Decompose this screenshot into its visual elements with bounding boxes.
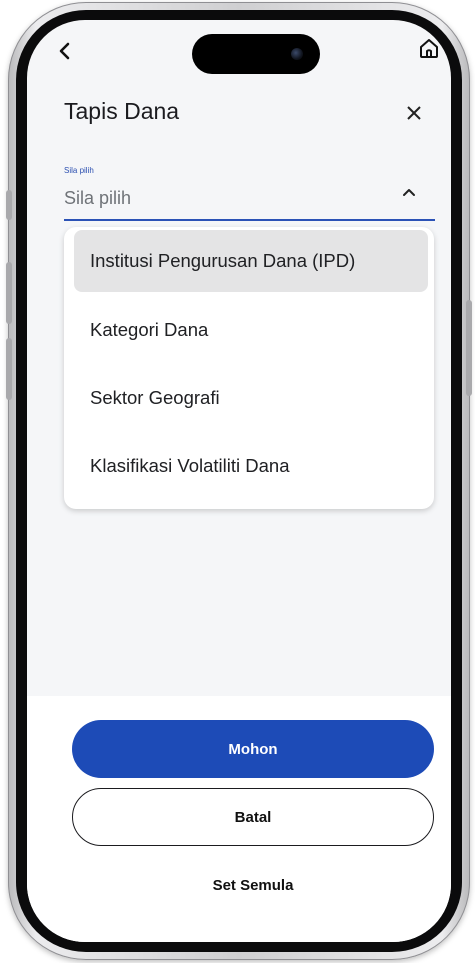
chevron-left-icon (59, 42, 70, 60)
phone-action-button (6, 190, 12, 220)
dropdown-menu: Institusi Pengurusan Dana (IPD) Kategori… (64, 227, 434, 509)
phone-volume-down-button (6, 338, 12, 400)
back-button[interactable] (55, 40, 75, 62)
dropdown-option-ipd[interactable]: Institusi Pengurusan Dana (IPD) (74, 230, 428, 292)
select-value: Sila pilih (64, 188, 132, 208)
close-icon (407, 106, 421, 120)
dropdown-option-label: Kategori Dana (90, 319, 209, 340)
select-floating-label: Sila pilih (64, 166, 94, 175)
cancel-button[interactable]: Batal (72, 788, 434, 846)
home-button[interactable] (417, 36, 441, 60)
dropdown-option-label: Institusi Pengurusan Dana (IPD) (90, 250, 356, 271)
close-button[interactable] (405, 100, 423, 126)
phone-volume-up-button (6, 262, 12, 324)
dropdown-option-volatiliti[interactable]: Klasifikasi Volatiliti Dana (74, 435, 428, 497)
page-title: Tapis Dana (64, 98, 180, 124)
dropdown-option-label: Sektor Geografi (90, 387, 220, 408)
home-icon (420, 39, 438, 58)
chevron-up-icon (403, 189, 415, 196)
dropdown-option-kategori[interactable]: Kategori Dana (74, 299, 428, 361)
phone-screen: Tapis Dana Sila pilih Sila pilih Institu… (27, 20, 451, 942)
select-toggle[interactable] (399, 184, 419, 200)
reset-button[interactable]: Set Semula (177, 873, 329, 897)
dropdown-option-sektor[interactable]: Sektor Geografi (74, 367, 428, 429)
apply-button[interactable]: Mohon (72, 720, 434, 778)
dropdown-option-label: Klasifikasi Volatiliti Dana (90, 455, 290, 476)
camera-icon (291, 48, 303, 60)
select-underline (64, 219, 435, 221)
phone-power-button (466, 300, 472, 396)
